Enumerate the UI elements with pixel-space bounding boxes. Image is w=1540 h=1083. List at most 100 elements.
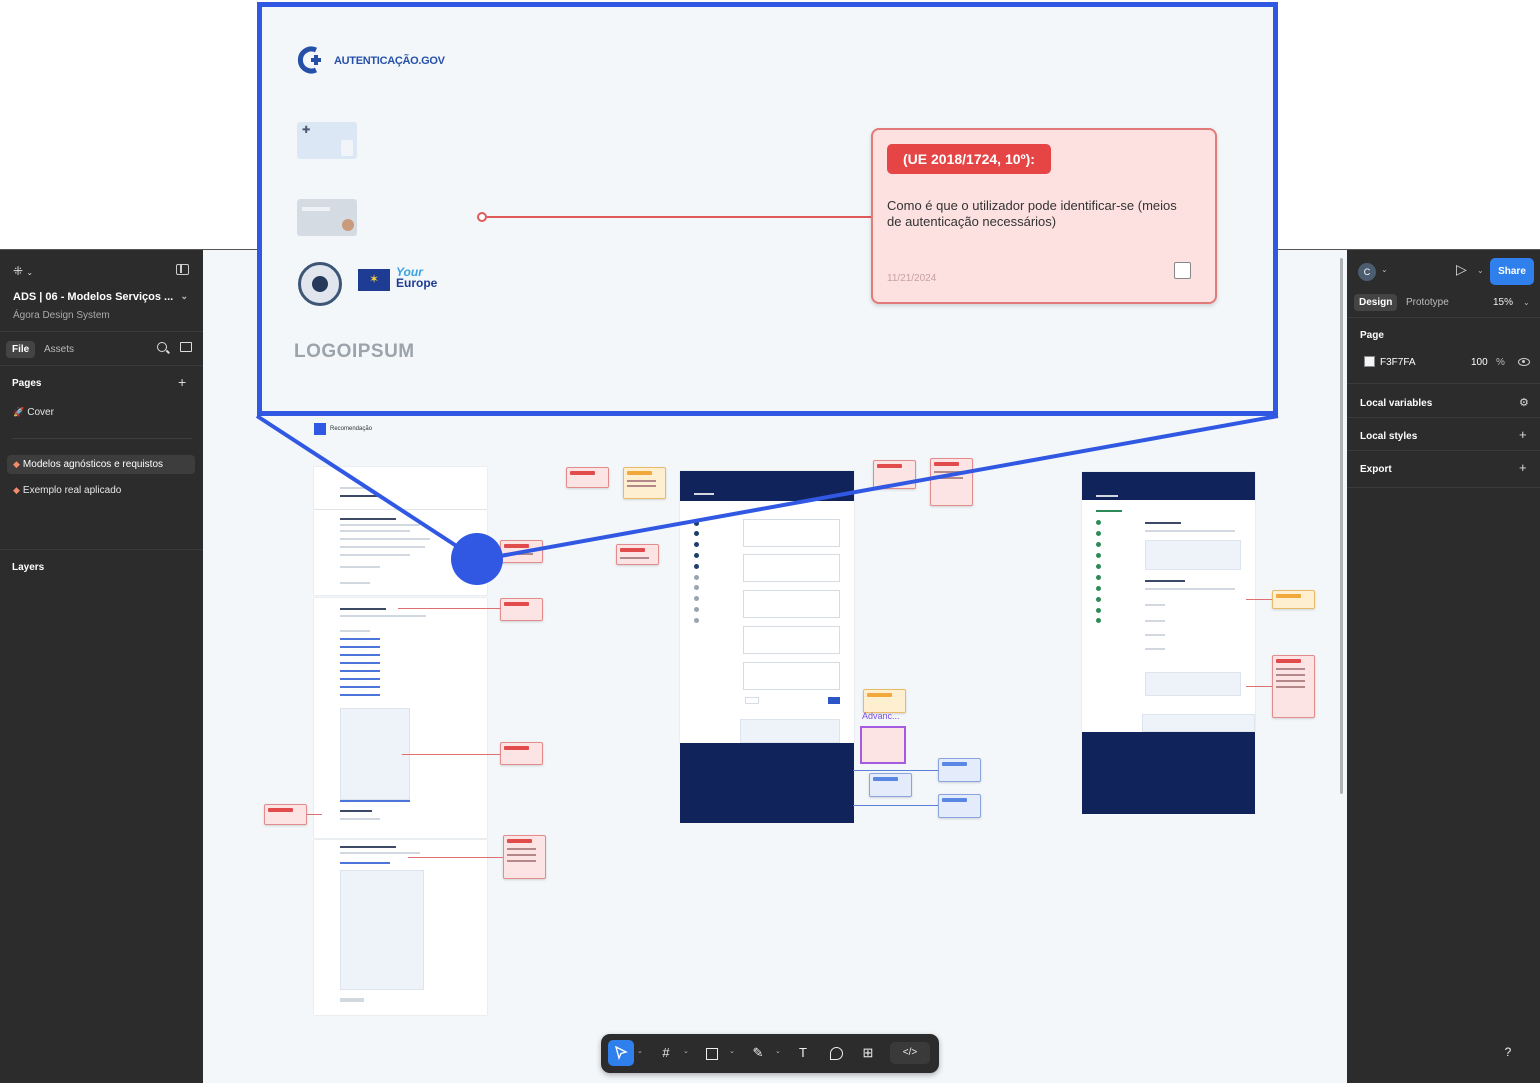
page-item-exemplo[interactable]: ◆ Exemplo real aplicado: [7, 481, 195, 500]
comment-note[interactable]: [938, 794, 981, 818]
chevron-down-icon[interactable]: ⌄: [683, 1047, 689, 1055]
canvas-scrollbar[interactable]: [1340, 258, 1343, 794]
tab-assets[interactable]: Assets: [38, 341, 80, 358]
tab-prototype[interactable]: Prototype: [1401, 294, 1454, 311]
page-color-hex[interactable]: F3F7FA: [1380, 357, 1416, 368]
note-checkbox[interactable]: [1174, 262, 1191, 279]
comment-note[interactable]: [1272, 590, 1315, 609]
help-button[interactable]: ?: [1495, 1039, 1521, 1065]
comment-note[interactable]: [503, 835, 546, 879]
actions-tool[interactable]: ⊞: [855, 1040, 881, 1066]
adjust-icon[interactable]: ⚙: [1519, 396, 1529, 409]
logoipsum-logo: LOGOIPSUM: [294, 341, 415, 362]
zoom-preview: AUTENTICAÇÃO.GOV ✚ Your Europe LOGOIPSUM…: [257, 2, 1278, 416]
connector-anchor: [477, 212, 487, 222]
comment-note[interactable]: [566, 467, 609, 488]
id-card-icon: [297, 199, 357, 236]
chevron-down-icon[interactable]: ⌄: [1477, 266, 1484, 275]
rocket-icon: 🚀: [13, 407, 25, 417]
frame-tool[interactable]: #: [653, 1040, 679, 1066]
team-name: Ágora Design System: [13, 310, 110, 321]
chevron-down-icon[interactable]: ⌄: [775, 1047, 781, 1055]
add-page-icon[interactable]: +: [178, 374, 186, 390]
advanced-annotation-box[interactable]: [860, 726, 906, 764]
connector-line: [487, 216, 872, 218]
right-tabs: Design Prototype 15% ⌄: [1347, 286, 1540, 318]
panel-toggle-icon[interactable]: [176, 264, 189, 275]
tab-file[interactable]: File: [6, 341, 36, 358]
frame-pedido-submetido[interactable]: [1082, 472, 1255, 732]
add-export-icon[interactable]: +: [1519, 460, 1527, 475]
export-section: Export +: [1347, 451, 1540, 488]
comment-note[interactable]: [500, 598, 543, 621]
bottom-toolbar: ⌄ # ⌄ ⌄ ✎ ⌄ T ⊞ </>: [601, 1034, 939, 1073]
dev-mode-toggle[interactable]: </>: [890, 1042, 930, 1064]
text-icon: T: [799, 1045, 807, 1060]
library-icon[interactable]: [180, 342, 192, 352]
comment-note[interactable]: [500, 540, 543, 563]
chevron-down-icon[interactable]: ⌄: [729, 1047, 735, 1055]
comment-note[interactable]: [869, 773, 912, 797]
note-body: Como é que o utilizador pode identificar…: [887, 198, 1177, 229]
right-sidebar: C ⌄ ⌄ Share Design Prototype 15% ⌄ Page F…: [1347, 250, 1540, 1083]
comment-note[interactable]: [873, 460, 916, 489]
frame-requisitos[interactable]: [314, 467, 487, 509]
page-section-title: Page: [1360, 330, 1384, 341]
comment-note[interactable]: [264, 804, 307, 825]
export-title: Export: [1360, 464, 1392, 475]
frame-servico-passos[interactable]: [680, 471, 854, 743]
frame-privacidade[interactable]: [314, 840, 487, 1015]
citizen-card-icon: ✚: [297, 122, 357, 159]
comment-note[interactable]: [863, 689, 906, 713]
pages-divider: [12, 438, 192, 439]
local-styles-section: Local styles +: [1347, 418, 1540, 451]
avatar[interactable]: C: [1358, 263, 1376, 281]
layers-divider: [0, 549, 203, 550]
file-header: ⁜ ⌄ ADS | 06 - Modelos Serviços ... ⌄ Ágo…: [0, 250, 203, 332]
frame-pedido-footer: [1082, 732, 1255, 814]
main-menu-button[interactable]: ⁜ ⌄: [13, 264, 33, 278]
comment-note[interactable]: [930, 458, 973, 506]
add-style-icon[interactable]: +: [1519, 427, 1527, 442]
local-variables-title[interactable]: Local variables: [1360, 398, 1432, 409]
cursor-icon: [614, 1045, 628, 1061]
text-tool[interactable]: T: [790, 1040, 816, 1066]
page-opacity[interactable]: 100: [1471, 357, 1488, 368]
frame-servico-footer: [680, 743, 854, 823]
page-item-modelos[interactable]: ◆ Modelos agnósticos e requistos: [7, 455, 195, 474]
tab-design[interactable]: Design: [1354, 294, 1398, 311]
note-tag: (UE 2018/1724, 10º):: [887, 144, 1051, 174]
chevron-down-icon: ⌄: [1523, 298, 1530, 307]
chevron-down-icon[interactable]: ⌄: [637, 1047, 643, 1055]
local-styles-title: Local styles: [1360, 431, 1418, 442]
chevron-down-icon[interactable]: ⌄: [1381, 265, 1388, 274]
search-icon[interactable]: [157, 342, 167, 352]
eu-flag-icon: [358, 269, 390, 291]
left-tabs: File Assets: [0, 332, 203, 366]
figma-logo-icon: ⁜: [13, 264, 24, 278]
requirement-note[interactable]: (UE 2018/1724, 10º): Como é que o utiliz…: [871, 128, 1217, 304]
file-title[interactable]: ADS | 06 - Modelos Serviços ... ⌄: [13, 291, 188, 303]
comment-note[interactable]: [1272, 655, 1315, 718]
move-tool[interactable]: [608, 1040, 634, 1066]
comment-tool[interactable]: [823, 1040, 849, 1066]
pages-heading: Pages: [12, 378, 42, 389]
share-button[interactable]: Share: [1490, 258, 1534, 285]
page-item-cover[interactable]: 🚀 Cover: [7, 403, 195, 422]
comment-note[interactable]: [616, 544, 659, 565]
rectangle-icon: [706, 1047, 718, 1060]
comment-note[interactable]: [938, 758, 981, 782]
comment-note[interactable]: [500, 742, 543, 765]
zoom-level[interactable]: 15% ⌄: [1493, 297, 1530, 308]
eye-icon[interactable]: [1518, 358, 1530, 366]
rectangle-tool[interactable]: [699, 1040, 725, 1066]
frame-documentos[interactable]: [314, 598, 487, 838]
comment-icon: [829, 1047, 843, 1061]
chevron-down-icon: ⌄: [26, 268, 34, 277]
comment-note[interactable]: [623, 467, 666, 499]
pen-tool[interactable]: ✎: [745, 1040, 771, 1066]
page-color-swatch[interactable]: [1364, 356, 1375, 367]
magnifier-lens[interactable]: [451, 533, 503, 585]
note-date: 11/21/2024: [887, 273, 937, 284]
legend-swatch: [314, 423, 326, 435]
